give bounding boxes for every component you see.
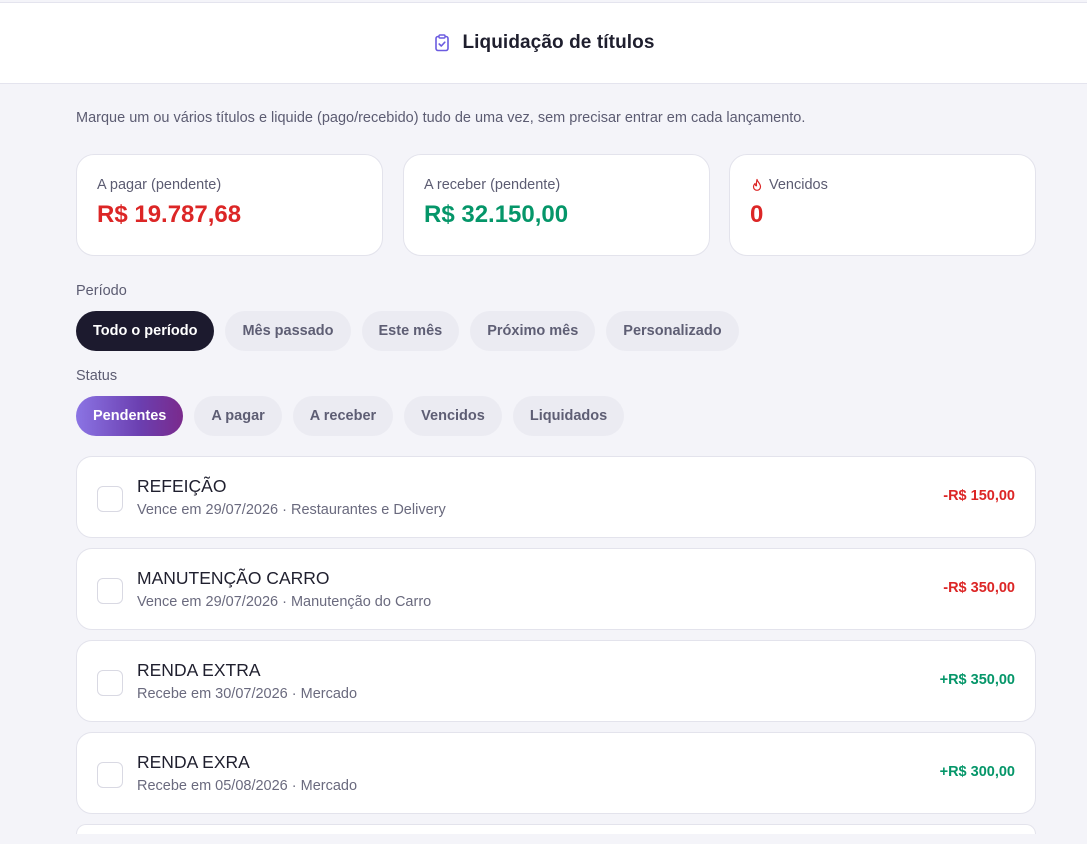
list-item-partial	[76, 824, 1036, 834]
status-option-overdue[interactable]: Vencidos	[404, 396, 502, 436]
overdue-value: 0	[750, 201, 764, 228]
receivable-card: A receber (pendente) R$ 32.150,00	[403, 154, 710, 256]
period-option-custom[interactable]: Personalizado	[606, 311, 739, 351]
list-item[interactable]: RENDA EXTRA Recebe em 30/07/2026 · Merca…	[76, 640, 1036, 722]
page-title: Liquidação de títulos	[462, 32, 655, 53]
title-details: Recebe em 30/07/2026 · Mercado	[137, 686, 358, 702]
title-name: MANUTENÇÃO CARRO	[137, 568, 330, 588]
select-checkbox[interactable]	[97, 762, 123, 788]
period-option-this-month[interactable]: Este mês	[361, 311, 460, 351]
select-checkbox[interactable]	[97, 486, 123, 512]
list-item[interactable]: RENDA EXRA Recebe em 05/08/2026 · Mercad…	[76, 732, 1036, 814]
title-details: Vence em 29/07/2026 · Manutenção do Carr…	[137, 594, 432, 610]
status-label: Status	[76, 368, 118, 384]
status-option-pending[interactable]: Pendentes	[76, 396, 184, 436]
status-option-settled[interactable]: Liquidados	[512, 396, 625, 436]
intro-text: Marque um ou vários títulos e liquide (p…	[76, 110, 806, 126]
title-name: RENDA EXTRA	[137, 660, 261, 680]
period-option-next-month[interactable]: Próximo mês	[470, 311, 596, 351]
period-label: Período	[76, 283, 127, 299]
receivable-label: A receber (pendente)	[424, 177, 561, 193]
title-details: Vence em 29/07/2026 · Restaurantes e Del…	[137, 502, 446, 518]
header-bar: Liquidação de títulos	[0, 2, 1087, 84]
overdue-card: Vencidos 0	[729, 154, 1036, 256]
title-details: Recebe em 05/08/2026 · Mercado	[137, 778, 358, 794]
title-name: REFEIÇÃO	[137, 476, 227, 496]
title-name: RENDA EXRA	[137, 752, 250, 772]
header-title-group: Liquidação de títulos	[432, 32, 654, 54]
title-amount: -R$ 150,00	[943, 488, 1015, 504]
title-amount: -R$ 350,00	[943, 580, 1015, 596]
list-item[interactable]: REFEIÇÃO Vence em 29/07/2026 · Restauran…	[76, 456, 1036, 538]
overdue-label-row: Vencidos	[750, 177, 1015, 193]
receivable-value: R$ 32.150,00	[424, 201, 569, 228]
status-filter: Pendentes A pagar A receber Vencidos Liq…	[76, 396, 625, 436]
status-option-payable[interactable]: A pagar	[194, 396, 282, 436]
period-option-all[interactable]: Todo o período	[76, 311, 215, 351]
overdue-label: Vencidos	[769, 177, 828, 193]
payable-label: A pagar (pendente)	[97, 177, 222, 193]
title-amount: +R$ 300,00	[939, 764, 1015, 780]
select-checkbox[interactable]	[97, 670, 123, 696]
list-item[interactable]: MANUTENÇÃO CARRO Vence em 29/07/2026 · M…	[76, 548, 1036, 630]
summary-cards: A pagar (pendente) R$ 19.787,68 A recebe…	[76, 154, 1036, 256]
status-option-receivable[interactable]: A receber	[292, 396, 394, 436]
period-filter: Todo o período Mês passado Este mês Próx…	[76, 311, 739, 351]
clipboard-check-icon	[432, 33, 452, 53]
titles-list: REFEIÇÃO Vence em 29/07/2026 · Restauran…	[76, 456, 1036, 844]
period-option-last-month[interactable]: Mês passado	[225, 311, 351, 351]
payable-value: R$ 19.787,68	[97, 201, 242, 228]
flame-icon	[750, 178, 764, 192]
select-checkbox[interactable]	[97, 578, 123, 604]
payable-card: A pagar (pendente) R$ 19.787,68	[76, 154, 383, 256]
title-amount: +R$ 350,00	[939, 672, 1015, 688]
